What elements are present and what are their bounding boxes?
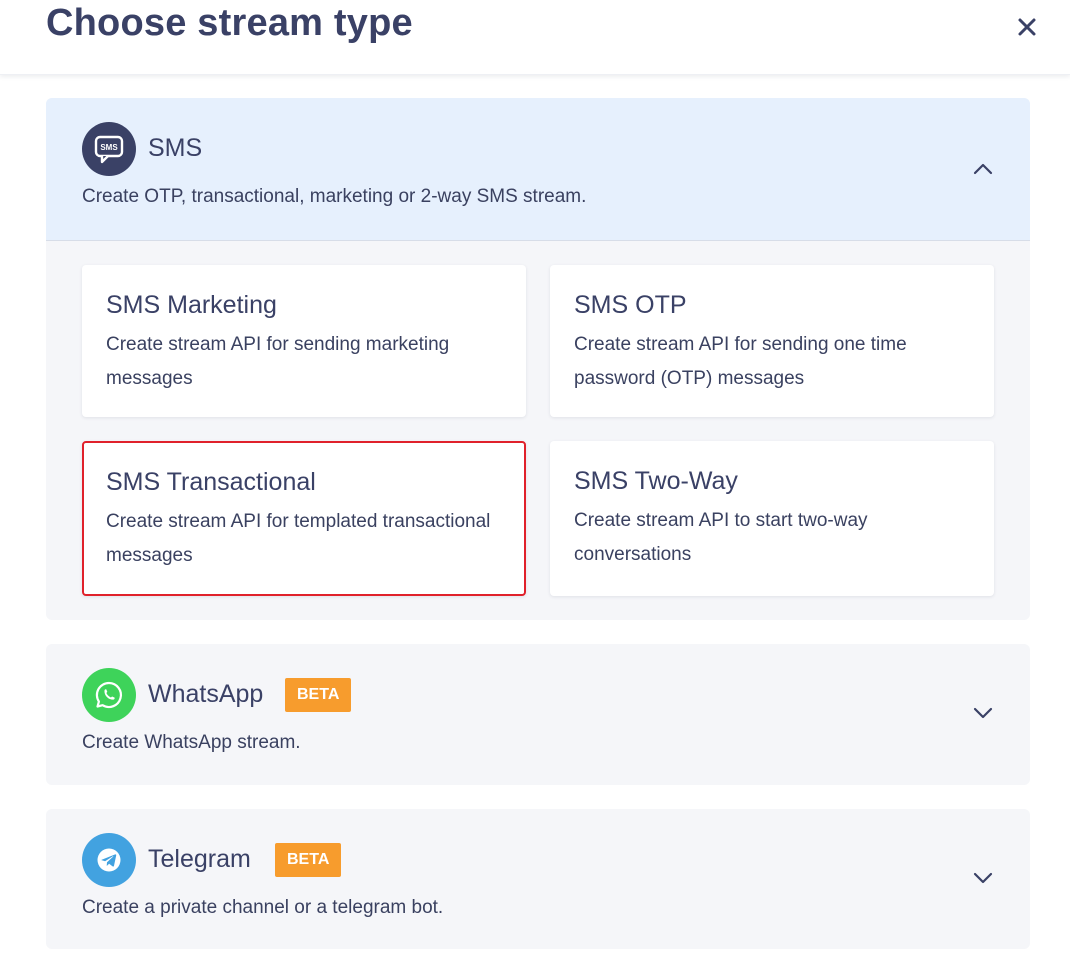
card-title: SMS Marketing [106, 291, 277, 319]
section-whatsapp-title: WhatsApp [148, 680, 264, 708]
stream-type-list: SMS SMS Create OTP, transactional, marke… [46, 98, 1030, 973]
section-whatsapp[interactable]: WhatsApp BETA Create WhatsApp stream. [46, 644, 1030, 785]
card-sms-transactional[interactable]: SMS Transactional Create stream API for … [82, 441, 526, 596]
section-whatsapp-description: Create WhatsApp stream. [82, 732, 301, 753]
sms-icon: SMS [82, 122, 136, 176]
card-description: Create stream API to start two-way conve… [574, 510, 868, 565]
section-sms-title: SMS [148, 134, 203, 162]
chevron-down-icon[interactable] [972, 706, 994, 720]
card-title: SMS Transactional [106, 468, 316, 496]
section-sms-header[interactable]: SMS SMS Create OTP, transactional, marke… [46, 98, 1030, 241]
card-title: SMS OTP [574, 291, 687, 319]
section-sms-description: Create OTP, transactional, marketing or … [82, 186, 587, 207]
dialog-title: Choose stream type [46, 2, 413, 44]
dialog-header: Choose stream type [0, 0, 1070, 75]
card-sms-two-way[interactable]: SMS Two-Way Create stream API to start t… [550, 441, 994, 596]
whatsapp-icon [82, 668, 136, 722]
card-description: Create stream API for sending marketing … [106, 334, 450, 389]
beta-badge: BETA [275, 843, 342, 877]
telegram-icon [82, 833, 136, 887]
beta-badge: BETA [285, 678, 352, 712]
close-button[interactable] [1012, 12, 1042, 42]
svg-text:SMS: SMS [100, 143, 118, 152]
section-telegram-description: Create a private channel or a telegram b… [82, 897, 444, 918]
card-title: SMS Two-Way [574, 467, 738, 495]
chevron-up-icon[interactable] [972, 162, 994, 176]
card-sms-marketing[interactable]: SMS Marketing Create stream API for send… [82, 265, 526, 417]
section-sms: SMS SMS Create OTP, transactional, marke… [46, 98, 1030, 620]
section-telegram[interactable]: Telegram BETA Create a private channel o… [46, 809, 1030, 949]
card-sms-otp[interactable]: SMS OTP Create stream API for sending on… [550, 265, 994, 417]
chevron-down-icon[interactable] [972, 871, 994, 885]
close-icon [1018, 18, 1036, 36]
sms-card-grid: SMS Marketing Create stream API for send… [46, 241, 1030, 620]
card-description: Create stream API for templated transact… [106, 511, 491, 566]
card-description: Create stream API for sending one time p… [574, 334, 907, 389]
section-telegram-title: Telegram [148, 845, 251, 873]
